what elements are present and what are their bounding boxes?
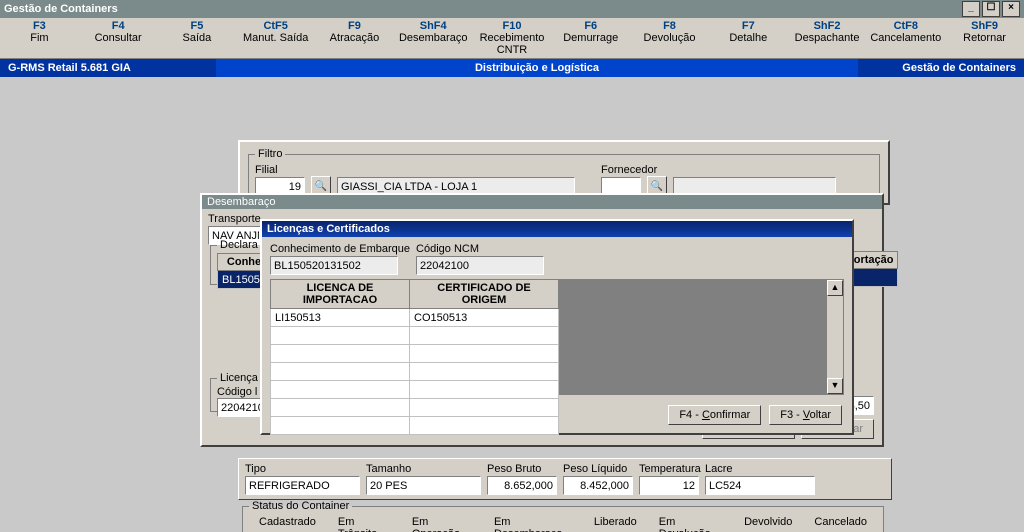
status-fieldset: Status do Container Cadastrado Em Trânsit… — [242, 500, 884, 532]
app-version: G-RMS Retail 5.681 GIA — [0, 59, 216, 77]
toolbar-cancelamento[interactable]: CtF8Cancelamento — [866, 20, 945, 56]
close-button[interactable]: × — [1002, 1, 1020, 17]
maximize-button[interactable]: ☐ — [982, 1, 1000, 17]
table-row[interactable] — [271, 327, 559, 345]
ce-label: Conhecimento de Embarque — [270, 243, 410, 255]
window-title: Gestão de Containers — [4, 3, 118, 15]
pesoliquido-label: Peso Líquido — [563, 463, 633, 475]
toolbar-manut-sa-da[interactable]: CtF5Manut. Saída — [236, 20, 315, 56]
licenca-legend: Licença — [217, 372, 261, 384]
function-toolbar: F3FimF4ConsultarF5SaídaCtF5Manut. SaídaF… — [0, 18, 1024, 59]
filtro-legend: Filtro — [255, 148, 285, 160]
ncm-input — [416, 256, 544, 275]
fornecedor-label: Fornecedor — [601, 164, 641, 176]
scroll-down-icon[interactable]: ▼ — [827, 378, 843, 394]
tipo-label: Tipo — [245, 463, 360, 475]
temperatura-input[interactable] — [639, 476, 699, 495]
status-cadastrado: Cadastrado — [259, 516, 316, 532]
pesobruto-label: Peso Bruto — [487, 463, 557, 475]
grid-scrollbar[interactable]: ▲▼ — [826, 279, 844, 395]
tamanho-input[interactable] — [366, 476, 481, 495]
toolbar-devolu-o[interactable]: F8Devolução — [630, 20, 709, 56]
desembaraco-title: Desembaraço — [202, 195, 882, 209]
licencas-modal: Licenças e Certificados Conhecimento de … — [260, 219, 854, 435]
grid-col-licenca: LICENCA DE IMPORTACAO — [271, 280, 410, 309]
window-titlebar: Gestão de Containers _ ☐ × — [0, 0, 1024, 18]
toolbar-atraca-o[interactable]: F9Atracação — [315, 20, 394, 56]
status-em-desembara-o: Em Desembaraço — [494, 516, 572, 532]
declaracao-legend: Declara — [217, 239, 261, 251]
toolbar-despachante[interactable]: ShF2Despachante — [788, 20, 867, 56]
table-row[interactable] — [271, 363, 559, 381]
lacre-input[interactable] — [705, 476, 815, 495]
status-em-tr-nsito: Em Trânsito — [338, 516, 390, 532]
tipo-input[interactable] — [245, 476, 360, 495]
table-row[interactable] — [271, 345, 559, 363]
toolbar-recebimento-cntr[interactable]: F10Recebimento CNTR — [473, 20, 552, 56]
temperatura-label: Temperatura — [639, 463, 699, 475]
filial-label: Filial — [255, 164, 305, 176]
scroll-up-icon[interactable]: ▲ — [827, 280, 843, 296]
modal-title: Licenças e Certificados — [262, 221, 852, 237]
toolbar-fim[interactable]: F3Fim — [0, 20, 79, 56]
toolbar-demurrage[interactable]: F6Demurrage — [551, 20, 630, 56]
table-row[interactable]: LI150513CO150513 — [271, 309, 559, 327]
lacre-label: Lacre — [705, 463, 815, 475]
transporte-label: Transporte — [208, 213, 263, 225]
toolbar-desembara-o[interactable]: ShF4Desembaraço — [394, 20, 473, 56]
pesobruto-input[interactable] — [487, 476, 557, 495]
modal-confirm-button[interactable]: F4 - Confirmar — [668, 405, 761, 425]
container-details: Tipo Tamanho Peso Bruto Peso Líquido Tem… — [238, 458, 892, 500]
table-row[interactable] — [271, 417, 559, 435]
status-cancelado: Cancelado — [814, 516, 867, 532]
toolbar-consultar[interactable]: F4Consultar — [79, 20, 158, 56]
codigo-label: Código l — [217, 386, 257, 398]
toolbar-sa-da[interactable]: F5Saída — [158, 20, 237, 56]
table-row[interactable] — [271, 399, 559, 417]
status-liberado: Liberado — [594, 516, 637, 532]
screen-title: Gestão de Containers — [858, 59, 1024, 77]
status-em-opera-o: Em Operação — [412, 516, 472, 532]
grid-col-certificado: CERTIFICADO DE ORIGEM — [410, 280, 559, 309]
toolbar-detalhe[interactable]: F7Detalhe — [709, 20, 788, 56]
pesoliquido-input[interactable] — [563, 476, 633, 495]
tamanho-label: Tamanho — [366, 463, 481, 475]
ce-input — [270, 256, 398, 275]
toolbar-retornar[interactable]: ShF9Retornar — [945, 20, 1024, 56]
info-bar: G-RMS Retail 5.681 GIA Distribuição e Lo… — [0, 59, 1024, 77]
modal-back-button[interactable]: F3 - Voltar — [769, 405, 842, 425]
licencas-grid[interactable]: LICENCA DE IMPORTACAO CERTIFICADO DE ORI… — [270, 279, 559, 435]
table-row[interactable] — [271, 381, 559, 399]
status-legend: Status do Container — [249, 500, 352, 512]
status-em-devolu-o: Em Devolução — [659, 516, 722, 532]
module-title: Distribuição e Logística — [216, 59, 858, 77]
ncm-label: Código NCM — [416, 243, 544, 255]
status-devolvido: Devolvido — [744, 516, 792, 532]
minimize-button[interactable]: _ — [962, 1, 980, 17]
